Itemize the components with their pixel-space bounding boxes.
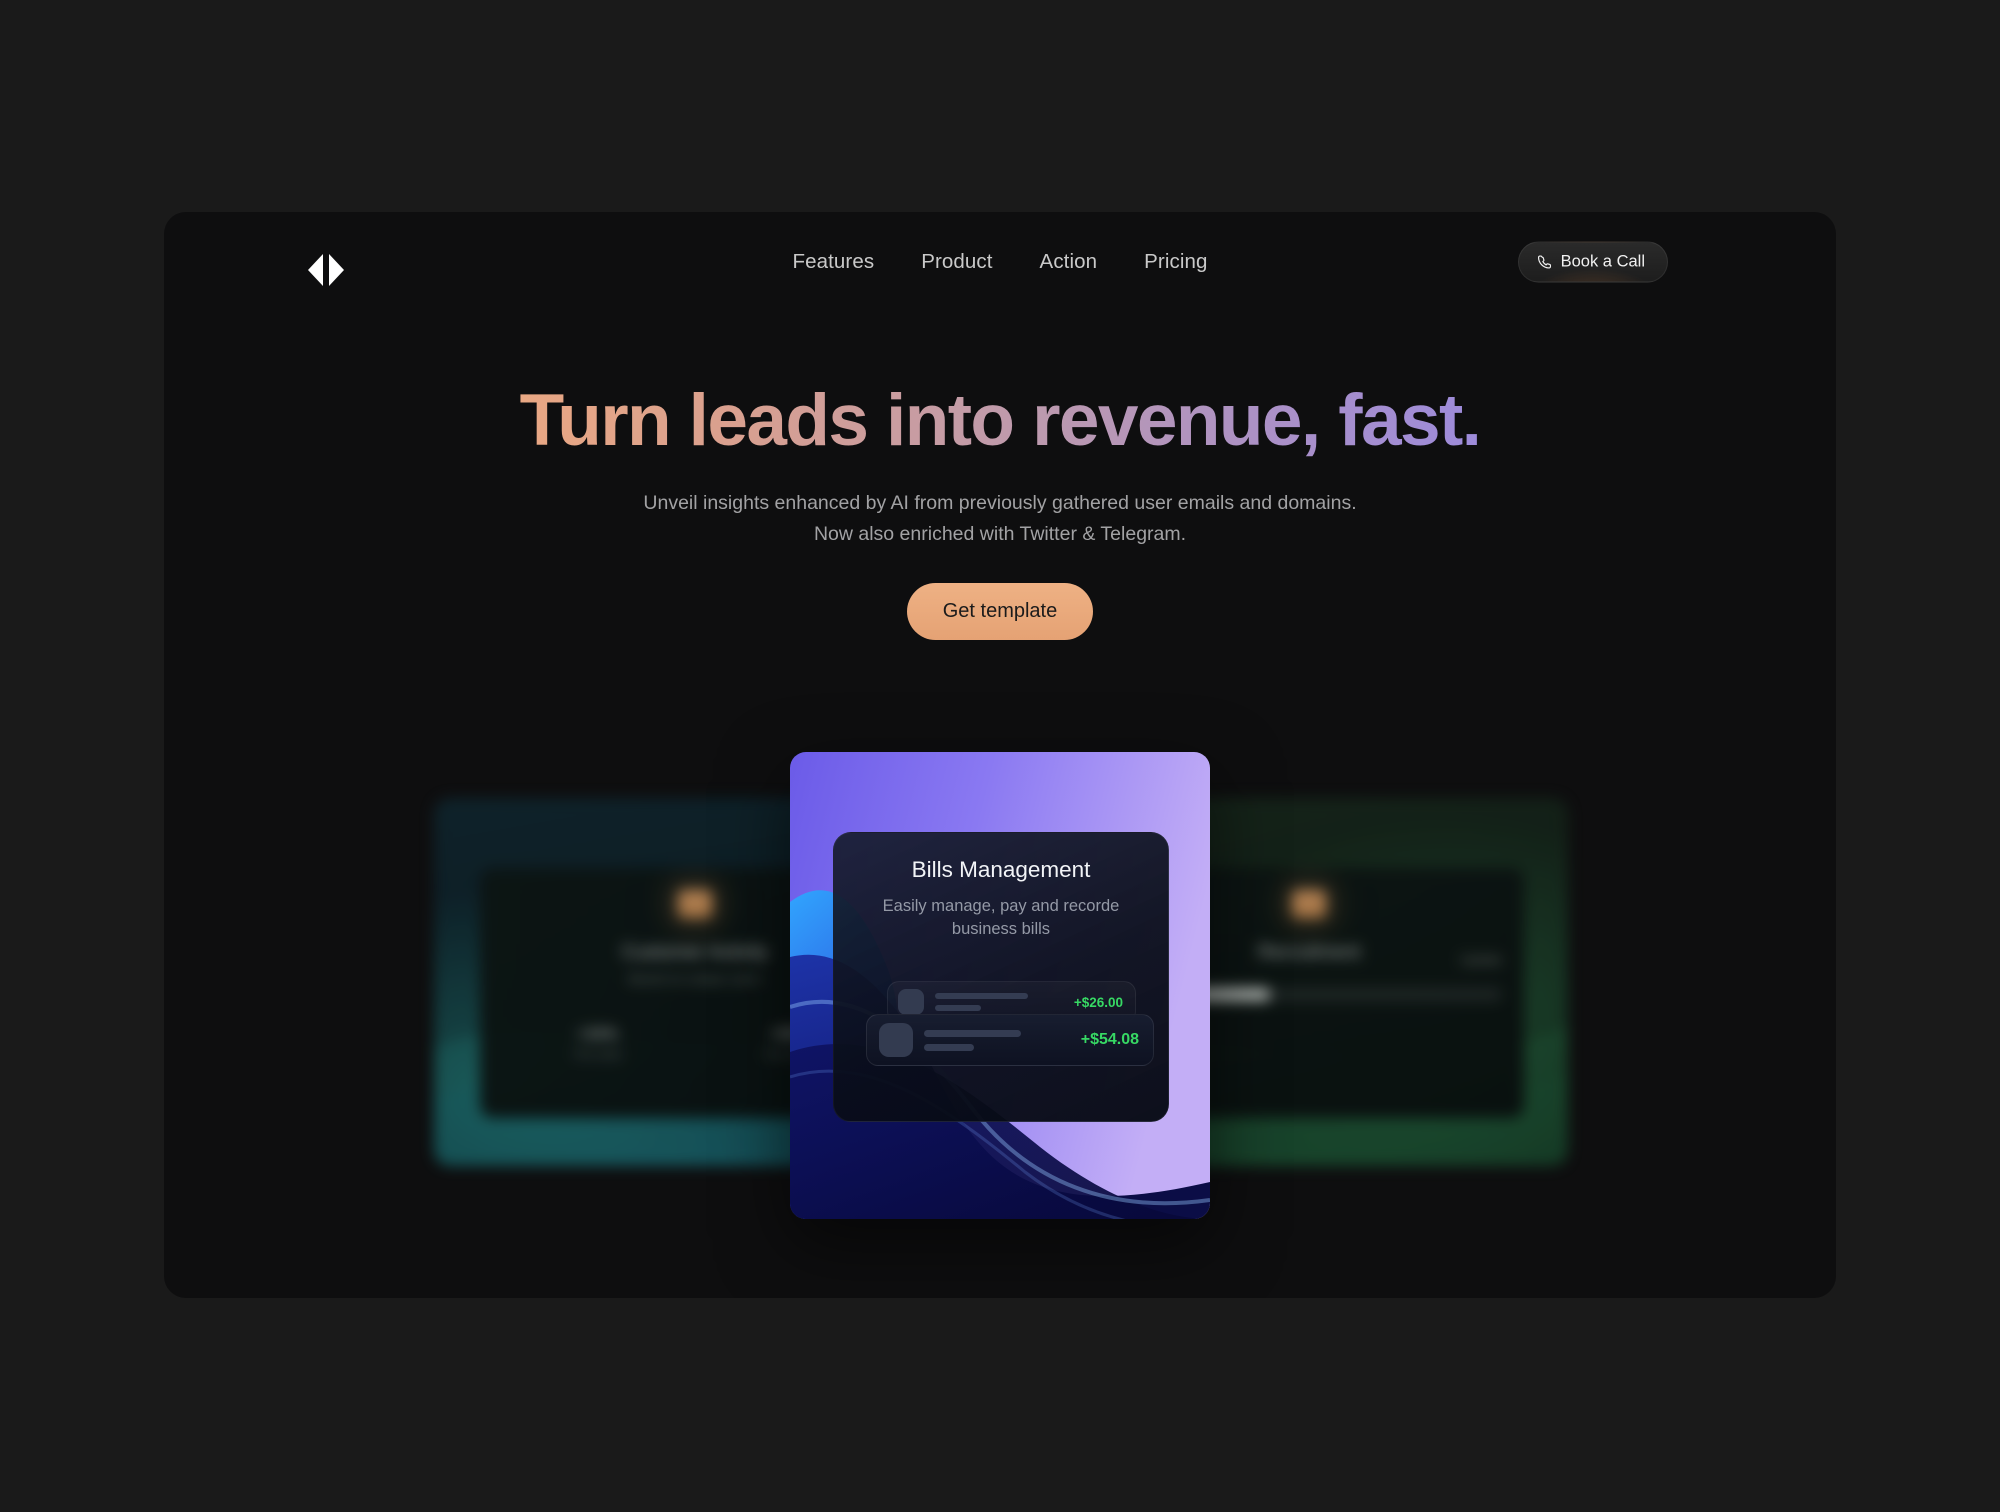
- page-root: Features Product Action Pricing Book a C…: [0, 0, 2000, 1512]
- stat-item: +34% This week: [573, 1026, 623, 1061]
- hero-subtitle: Unveil insights enhanced by AI from prev…: [164, 488, 1836, 551]
- bills-management-subtitle: Easily manage, pay and recorde business …: [882, 897, 1120, 939]
- transaction-list: +$26.00 +$54.08: [834, 981, 1168, 1101]
- transaction-amount: +$26.00: [1073, 994, 1123, 1010]
- browser-frame: Features Product Action Pricing Book a C…: [164, 212, 1836, 1298]
- page-title: Turn leads into revenue, fast.: [164, 381, 1836, 461]
- book-a-call-label: Book a Call: [1560, 252, 1645, 271]
- phone-icon: [1537, 255, 1552, 270]
- avatar: [879, 1023, 913, 1057]
- book-a-call-button[interactable]: Book a Call: [1517, 241, 1668, 283]
- recruitment-row-right: Update: [1460, 952, 1502, 967]
- navbar: Features Product Action Pricing Book a C…: [164, 212, 1836, 312]
- nav-link-pricing[interactable]: Pricing: [1144, 250, 1207, 274]
- hero-subtitle-line-1: Unveil insights enhanced by AI from prev…: [643, 491, 1357, 514]
- transaction-row[interactable]: +$54.08: [866, 1014, 1154, 1066]
- avatar: [898, 989, 924, 1015]
- nav-link-action[interactable]: Action: [1040, 250, 1098, 274]
- hero-subtitle-line-2: Now also enriched with Twitter & Telegra…: [813, 523, 1187, 546]
- stat-value: +34%: [576, 1026, 618, 1043]
- hero-section: Turn leads into revenue, fast. Unveil in…: [164, 381, 1836, 640]
- bills-management-title: Bills Management: [911, 857, 1091, 882]
- nav-link-product[interactable]: Product: [921, 250, 992, 274]
- feature-card-cluster: Customer Activity Based on unique users …: [164, 752, 1836, 1252]
- bars-icon: [678, 890, 712, 918]
- bills-management-inner-card: Bills Management Easily manage, pay and …: [833, 832, 1169, 1122]
- stat-label: This week: [572, 1049, 623, 1061]
- transaction-amount: +$54.08: [1080, 1031, 1139, 1048]
- nav-link-features[interactable]: Features: [792, 250, 874, 274]
- placeholder-lines: [924, 1029, 1071, 1051]
- placeholder-lines: [935, 993, 1064, 1011]
- get-template-button[interactable]: Get template: [906, 582, 1094, 640]
- bills-management-card: Bills Management Easily manage, pay and …: [790, 752, 1210, 1219]
- tag-icon: [1292, 890, 1326, 918]
